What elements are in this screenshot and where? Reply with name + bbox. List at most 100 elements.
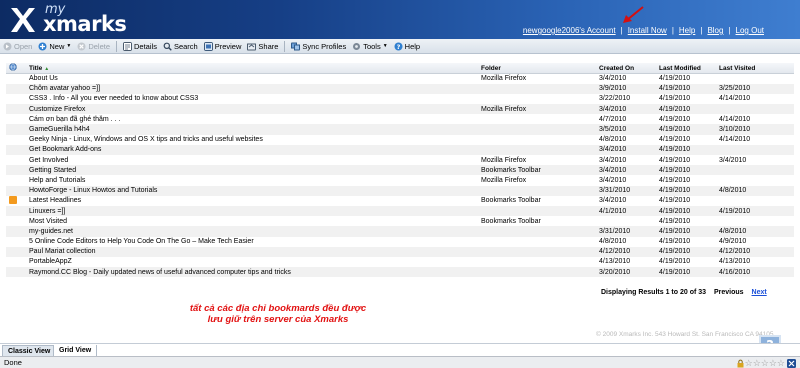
table-row[interactable]: Get Bookmark Add-ons 3/4/2010 4/19/2010 [6, 144, 794, 155]
table-row[interactable]: Getting Started Bookmarks Toolbar 3/4/2010… [6, 165, 794, 176]
modified-cell: 4/19/2010 [659, 238, 691, 246]
modified-cell: 4/19/2010 [659, 187, 691, 195]
sync-profiles-button[interactable]: Sync Profiles [291, 42, 346, 51]
red-arrow-annotation-icon [623, 6, 644, 23]
help-button[interactable]: ? Help [394, 42, 420, 51]
table-row[interactable]: Cám ơn bạn đã ghé thăm . . . 4/7/2010 4/19… [6, 114, 794, 124]
column-header-title[interactable]: Title ▲ [26, 63, 478, 74]
help-label: Help [404, 41, 421, 51]
title-cell: Paul Mariat collection [29, 248, 96, 256]
gear-icon [353, 42, 361, 50]
modified-cell: 4/19/2010 [659, 75, 691, 83]
column-header-folder[interactable]: Folder [478, 63, 596, 74]
table-row[interactable]: Raymond.CC Blog - Daily updated news of … [6, 267, 794, 278]
lock-icon[interactable] [736, 359, 745, 368]
table-row[interactable]: HowtoForge - Linux Howtos and Tutorials 3… [6, 185, 794, 196]
rating-star-icon[interactable]: ☆ [769, 358, 777, 368]
title-cell: Cám ơn bạn đã ghé thăm . . . [29, 115, 121, 123]
column-header-created[interactable]: Created On [596, 63, 656, 74]
column-header-modified[interactable]: Last Modified [656, 63, 716, 74]
modified-cell: 4/19/2010 [659, 248, 691, 256]
modified-cell: 4/19/2010 [659, 136, 691, 144]
visited-cell: 4/16/2010 [719, 268, 751, 276]
row-icon-cell [6, 74, 26, 84]
share-label: Share [258, 41, 279, 51]
table-row[interactable]: Most Visited Bookmarks Toolbar 4/19/2010 [6, 216, 794, 226]
rating-star-icon[interactable]: ☆ [745, 358, 753, 368]
svg-text:?: ? [396, 43, 400, 51]
row-icon-cell [6, 114, 26, 124]
modified-cell: 4/19/2010 [659, 105, 691, 113]
title-cell: Help and Tutorials [29, 176, 86, 184]
sync-profiles-label: Sync Profiles [302, 41, 347, 51]
rating-star-icon[interactable]: ☆ [761, 358, 769, 368]
xmarks-logo[interactable]: my xmarks [8, 2, 127, 37]
modified-cell: 4/19/2010 [659, 176, 691, 184]
created-cell: 3/4/2010 [599, 176, 627, 184]
delete-icon [77, 42, 86, 50]
blog-link[interactable]: Blog [707, 26, 723, 35]
new-button[interactable]: New ▼ [38, 42, 71, 51]
title-cell: CSS3 . Info - All you ever needed to kno… [29, 95, 199, 103]
modified-cell: 4/19/2010 [659, 197, 691, 205]
created-cell: 3/4/2010 [599, 197, 627, 205]
row-icon-cell [6, 155, 26, 165]
table-row[interactable]: Linuxers =]] 4/1/2010 4/19/2010 4/19/2010 [6, 205, 794, 217]
table-row[interactable]: PortableAppZ 4/13/2010 4/19/2010 4/13/2010 [6, 257, 794, 267]
preview-icon [203, 41, 213, 51]
chevron-down-icon: ▼ [66, 43, 72, 49]
created-cell: 3/9/2010 [599, 85, 627, 93]
table-row[interactable]: Chôm avatar yahoo =]] 3/9/2010 4/19/2010 3/… [6, 83, 794, 94]
row-icon-cell [6, 165, 26, 175]
chevron-down-icon: ▼ [382, 43, 388, 49]
table-row[interactable]: my-guides.net 3/31/2010 4/19/2010 4/8/2010 [6, 226, 794, 237]
pagination: Displaying Results 1 to 20 of 33 Previou… [601, 289, 767, 296]
open-button[interactable]: Open [3, 42, 32, 51]
next-page-link[interactable]: Next [752, 289, 767, 296]
table-row[interactable]: CSS3 . Info - All you ever needed to kno… [6, 94, 794, 104]
rating-star-icon[interactable]: ☆ [753, 358, 761, 368]
created-cell [596, 216, 656, 226]
delete-button[interactable]: Delete [77, 42, 110, 51]
row-icon-cell [6, 124, 26, 134]
title-cell: Get Bookmark Add-ons [29, 146, 102, 154]
table-row[interactable]: GameGuerilla h4h4 3/5/2010 4/19/2010 3/10/2… [6, 124, 794, 135]
account-link[interactable]: newgoogle2006's Account [523, 26, 616, 35]
table-row[interactable]: Customize Firefox Mozilla Firefox 3/4/2010… [6, 104, 794, 115]
modified-cell: 4/19/2010 [659, 217, 691, 225]
rating-star-icon[interactable]: ☆ [777, 358, 785, 368]
folder-cell [478, 267, 596, 277]
search-button[interactable]: Search [163, 42, 198, 51]
folder-cell [478, 226, 596, 236]
search-label: Search [173, 41, 198, 51]
sort-ascending-icon: ▲ [44, 65, 50, 72]
xmarks-status-icon[interactable] [787, 358, 796, 368]
preview-button[interactable]: Preview [203, 41, 241, 51]
help-link[interactable]: Help [679, 26, 695, 35]
visited-cell: 4/13/2010 [719, 258, 751, 266]
modified-cell: 4/19/2010 [659, 156, 691, 164]
visited-cell: 4/8/2010 [719, 187, 747, 195]
title-cell: my-guides.net [29, 227, 73, 235]
column-header-icon[interactable] [6, 63, 26, 74]
header-bar: my xmarks newgoogle2006's Account | Inst… [0, 0, 800, 39]
share-button[interactable]: Share [247, 42, 278, 51]
tools-button[interactable]: Tools ▼ [352, 42, 388, 51]
table-row[interactable]: 5 Online Code Editors to Help You Code O… [6, 237, 794, 247]
table-row[interactable]: Geeky Ninja - Linux, Windows and OS X ti… [6, 135, 794, 145]
install-now-link[interactable]: Install Now [628, 26, 667, 35]
created-cell: 3/5/2010 [599, 126, 627, 134]
table-row[interactable]: Help and Tutorials Mozilla Firefox 3/4/201… [6, 175, 794, 185]
visited-cell: 4/8/2010 [719, 227, 747, 235]
bookmark-grid: Title ▲ Folder Created On Last Modified L… [6, 63, 794, 278]
table-row[interactable]: About Us Mozilla Firefox 3/4/2010 4/19/2010 [6, 74, 794, 84]
table-row[interactable]: Paul Mariat collection 4/12/2010 4/19/2010… [6, 246, 794, 257]
table-row[interactable]: Latest Headlines Bookmarks Toolbar 3/4/201… [6, 195, 794, 206]
status-bar: Done ☆ ☆ ☆ ☆ ☆ [0, 356, 800, 368]
logout-link[interactable]: Log Out [736, 26, 764, 35]
table-row[interactable]: Get Involved Mozilla Firefox 3/4/2010 4/19/… [6, 155, 794, 165]
column-header-visited[interactable]: Last Visited [716, 63, 794, 74]
details-button[interactable]: Details [123, 41, 157, 51]
title-cell: GameGuerilla h4h4 [29, 126, 90, 134]
logo-name: xmarks [43, 12, 127, 36]
